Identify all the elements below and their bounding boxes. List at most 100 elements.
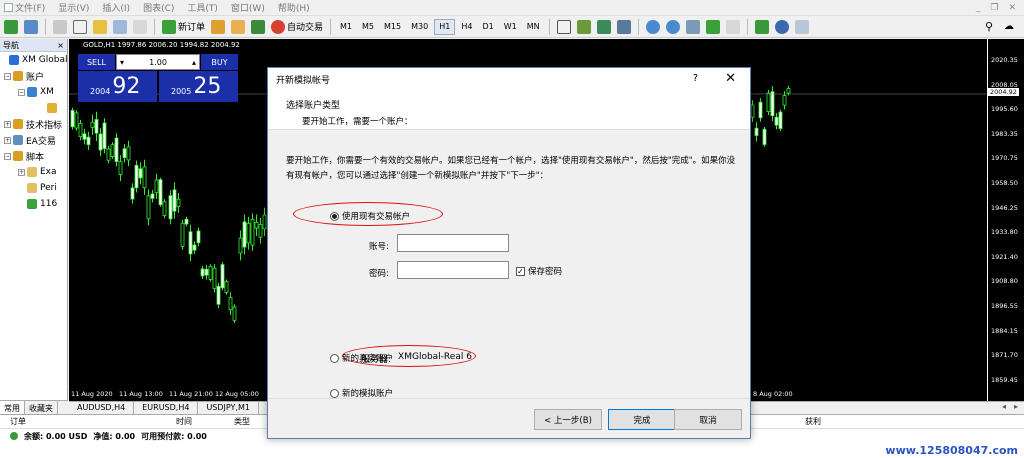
market-watch-icon <box>53 19 67 34</box>
chart-tab-eurusd[interactable]: EURUSD,H4 <box>134 402 199 414</box>
profiles-button[interactable] <box>22 18 40 36</box>
periods-button[interactable] <box>773 18 791 36</box>
autoscroll-button[interactable] <box>724 18 742 36</box>
candle-body <box>246 223 251 244</box>
chevron-right-icon[interactable]: ▸ <box>1014 402 1018 414</box>
chart-tab-usdjpy[interactable]: USDJPY,M1 <box>198 402 259 414</box>
column-profit[interactable]: 获利 <box>805 416 821 427</box>
tab-favorites[interactable]: 收藏夹 <box>25 401 58 414</box>
menu-file[interactable]: 文件(F) <box>0 1 54 14</box>
minimize-icon[interactable]: _ <box>976 3 981 13</box>
candle-body <box>212 267 217 289</box>
chevron-left-icon[interactable]: ◂ <box>1002 402 1006 414</box>
navigator-item[interactable]: + EA交易 <box>0 132 67 148</box>
search-button[interactable]: ⚲ <box>980 18 998 36</box>
timeframe-h1[interactable]: H1 <box>434 18 456 35</box>
back-button[interactable]: < 上一步(B) <box>534 409 602 430</box>
timeframe-m5[interactable]: M5 <box>358 19 378 35</box>
candle-body <box>126 146 131 161</box>
chart-shift-button[interactable] <box>704 18 722 36</box>
timeframe-m15[interactable]: M15 <box>380 19 405 35</box>
bar-chart-button[interactable] <box>575 18 593 36</box>
chat-button[interactable]: ☁ <box>1000 18 1018 36</box>
navigator-item[interactable]: 116 <box>0 196 67 212</box>
finish-button[interactable]: 完成 <box>608 409 676 430</box>
sell-button[interactable]: SELL <box>78 54 115 70</box>
restore-icon[interactable]: ❐ <box>990 3 998 13</box>
expand-icon[interactable]: + <box>18 168 25 176</box>
close-icon[interactable]: ✕ <box>1008 3 1016 13</box>
expand-icon[interactable]: + <box>4 120 11 128</box>
timeframe-m30[interactable]: M30 <box>407 19 432 35</box>
data-window-button[interactable] <box>71 18 89 36</box>
menu-tools[interactable]: 工具(T) <box>183 1 227 14</box>
password-label: 密码: <box>369 269 389 279</box>
column-order[interactable]: 订单 <box>10 416 26 427</box>
menu-charts[interactable]: 图表(C) <box>139 1 183 14</box>
buy-button[interactable]: BUY <box>201 54 238 70</box>
menu-help[interactable]: 帮助(H) <box>274 1 319 14</box>
tile-windows-button[interactable] <box>684 18 702 36</box>
collapse-icon[interactable]: − <box>4 72 11 80</box>
navigator-button[interactable] <box>91 18 109 36</box>
candle-chart-button[interactable] <box>595 18 613 36</box>
signals-button[interactable] <box>229 18 247 36</box>
lot-decrease-icon[interactable]: ▾ <box>120 58 124 67</box>
buy-price[interactable]: 2005 25 <box>159 71 238 102</box>
candle-body <box>106 148 111 161</box>
menu-insert[interactable]: 插入(I) <box>98 1 139 14</box>
market-watch-button[interactable] <box>51 18 69 36</box>
chart-tab-audusd[interactable]: AUDUSD,H4 <box>69 402 135 414</box>
timeframe-mn[interactable]: MN <box>523 19 544 35</box>
menu-view[interactable]: 显示(V) <box>54 1 98 14</box>
navigator-item[interactable]: XM Global <box>0 52 67 68</box>
column-time[interactable]: 时间 <box>176 416 192 427</box>
meta-editor-button[interactable] <box>209 18 227 36</box>
navigator-close-icon[interactable]: × <box>57 41 64 50</box>
lot-size-field[interactable]: ▾ 1.00 ▴ <box>116 54 200 70</box>
navigator-item[interactable]: − XM <box>0 84 67 100</box>
terminal-button[interactable] <box>111 18 129 36</box>
radio-new-real-account[interactable]: 新的真实账户 <box>330 352 393 364</box>
navigator-item[interactable]: − 账户 <box>0 68 67 84</box>
sell-price[interactable]: 2004 92 <box>78 71 157 102</box>
zoom-out-button[interactable] <box>664 18 682 36</box>
expand-icon[interactable]: + <box>4 136 11 144</box>
candle-body <box>762 128 767 145</box>
password-input[interactable] <box>397 261 509 279</box>
save-password-checkbox[interactable]: ✓ 保存密码 <box>516 265 562 277</box>
menu-window[interactable]: 窗口(W) <box>227 1 274 14</box>
server-icon <box>27 87 37 97</box>
line-chart-button[interactable] <box>615 18 633 36</box>
login-input[interactable] <box>397 234 509 252</box>
y-tick: 1983.35 <box>991 129 1018 138</box>
lot-increase-icon[interactable]: ▴ <box>192 58 196 67</box>
close-icon[interactable]: ✕ <box>725 71 736 86</box>
navigator-item[interactable]: + Exa <box>0 164 67 180</box>
tester-button[interactable] <box>131 18 149 36</box>
tab-common[interactable]: 常用 <box>0 401 25 414</box>
market-button[interactable] <box>249 18 267 36</box>
help-icon[interactable]: ? <box>693 73 698 84</box>
column-type[interactable]: 类型 <box>234 416 250 427</box>
indicators-button[interactable] <box>753 18 771 36</box>
timeframe-w1[interactable]: W1 <box>500 19 521 35</box>
crosshair-button[interactable] <box>555 18 573 36</box>
zoom-in-button[interactable] <box>644 18 662 36</box>
navigator-item[interactable]: − 脚本 <box>0 148 67 164</box>
navigator-item[interactable]: Peri <box>0 180 67 196</box>
radio-unselected-icon <box>330 388 339 398</box>
collapse-icon[interactable]: − <box>4 152 11 160</box>
templates-button[interactable] <box>793 18 811 36</box>
auto-trading-button[interactable]: 自动交易 <box>269 18 325 36</box>
candle-body <box>158 179 163 206</box>
new-chart-button[interactable] <box>2 18 20 36</box>
cancel-button[interactable]: 取消 <box>674 409 742 430</box>
collapse-icon[interactable]: − <box>18 88 25 96</box>
timeframe-m1[interactable]: M1 <box>336 19 356 35</box>
timeframe-d1[interactable]: D1 <box>478 19 497 35</box>
navigator-item[interactable] <box>0 100 67 116</box>
timeframe-h4[interactable]: H4 <box>457 19 476 35</box>
new-order-button[interactable]: 新订单 <box>160 18 207 36</box>
navigator-item[interactable]: + 技术指标 <box>0 116 67 132</box>
